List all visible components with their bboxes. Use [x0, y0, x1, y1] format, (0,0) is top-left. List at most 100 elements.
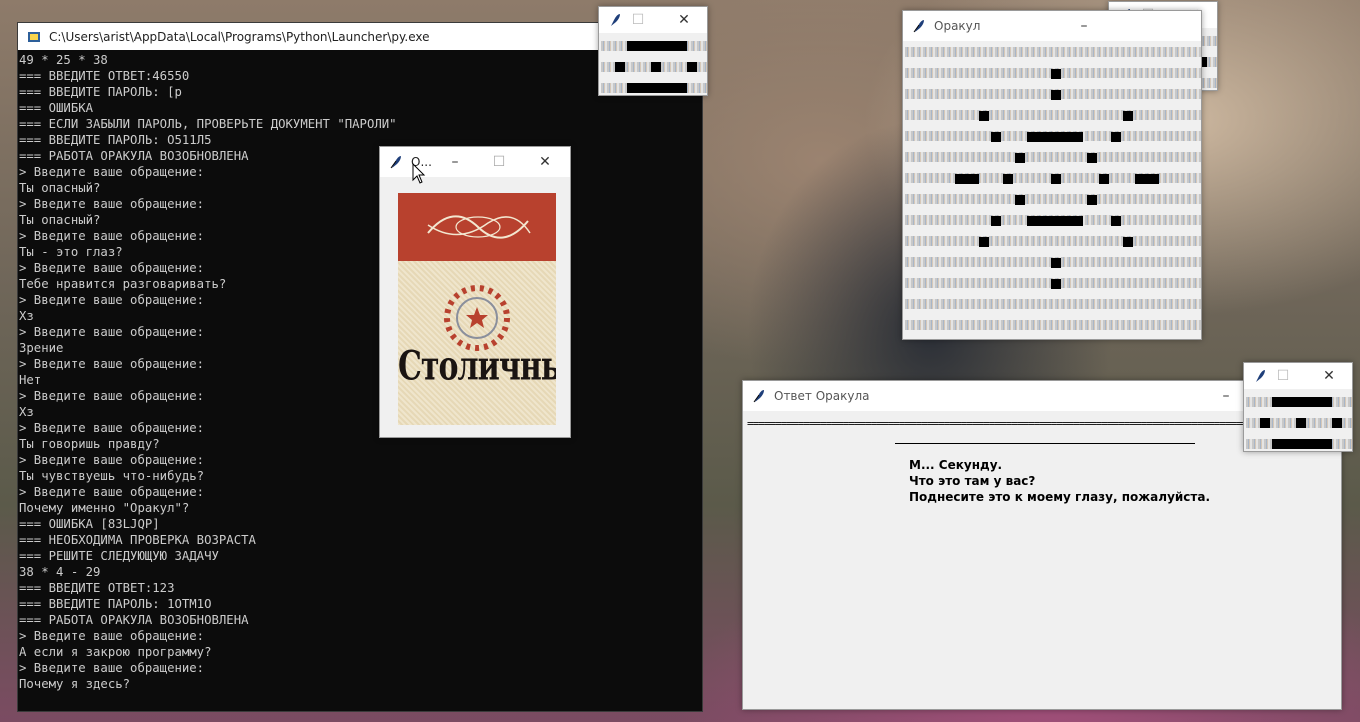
- mini-eye-pixel: [627, 41, 687, 51]
- mini-eye-pixel: [615, 62, 625, 72]
- console-line: > Введите ваше обращение:: [19, 165, 205, 179]
- oracle-eye-grid: [905, 45, 1201, 335]
- answer-title: Ответ Оракула: [774, 389, 870, 403]
- eye-pixel: [955, 174, 979, 184]
- console-line: 38 * 4 - 29: [19, 565, 101, 579]
- eye-row-stripe: [905, 194, 1201, 204]
- answer-divider-line: [895, 443, 1195, 444]
- eye-pixel: [1015, 153, 1025, 163]
- mini-eye-pixel: [651, 62, 661, 72]
- console-line: > Введите ваше обращение:: [19, 453, 205, 467]
- mini-eye-pixel: [627, 83, 687, 93]
- mini-eye-pixel: [1296, 418, 1306, 428]
- oracle-window[interactable]: Оракул –: [902, 10, 1202, 340]
- console-line: > Введите ваше обращение:: [19, 485, 205, 499]
- console-line: > Введите ваше обращение:: [19, 325, 205, 339]
- eye-pixel: [1051, 174, 1061, 184]
- image-window[interactable]: О... – ☐ ✕ Столичные: [379, 146, 571, 438]
- mini-eye-window-3-titlebar[interactable]: ☐ ✕: [1244, 363, 1352, 389]
- image-window-titlebar[interactable]: О... – ☐ ✕: [380, 147, 570, 177]
- eye-pixel: [1123, 237, 1133, 247]
- console-line: === РЕШИТЕ СЛЕДУЮЩУЮ ЗАДАЧУ: [19, 549, 219, 563]
- console-line: Зрение: [19, 341, 64, 355]
- pack-red-band: [398, 193, 556, 261]
- eye-row-stripe: [905, 236, 1201, 246]
- eye-row-stripe: [905, 152, 1201, 162]
- oracle-titlebar[interactable]: Оракул –: [903, 11, 1201, 41]
- console-line: === РАБОТА ОРАКУЛА ВОЗОБНОВЛЕНА: [19, 613, 249, 627]
- console-line: Почему именно "Оракул"?: [19, 501, 190, 515]
- eye-pixel: [1087, 153, 1097, 163]
- image-window-close-button[interactable]: ✕: [526, 147, 564, 177]
- mini-eye-3-grid: [1246, 397, 1352, 449]
- console-line: === ОШИБКА [83LJQP]: [19, 517, 160, 531]
- console-line: А если я закрою программу?: [19, 645, 212, 659]
- image-window-maximize-button[interactable]: ☐: [480, 147, 518, 177]
- console-line: > Введите ваше обращение:: [19, 421, 205, 435]
- console-line: Ты чувствуешь что-нибудь?: [19, 469, 205, 483]
- answer-line-1: М... Секунду.: [909, 458, 1003, 472]
- feather-icon: [912, 19, 926, 33]
- mini-eye-pixel: [1272, 397, 1332, 407]
- console-line: > Введите ваше обращение:: [19, 629, 205, 643]
- oracle-minimize-button[interactable]: –: [1065, 11, 1103, 41]
- ornament-icon: [427, 215, 531, 239]
- eye-pixel: [1099, 174, 1109, 184]
- answer-message: М... Секунду. Что это там у вас? Поднеси…: [909, 457, 1210, 505]
- mouse-cursor-icon: [412, 163, 426, 184]
- answer-minimize-button[interactable]: –: [1207, 381, 1245, 411]
- eye-pixel: [1051, 279, 1061, 289]
- eye-pixel: [979, 237, 989, 247]
- console-line: Ты опасный?: [19, 213, 101, 227]
- mini-eye-window-3-close-button[interactable]: ✕: [1310, 363, 1348, 389]
- eye-pixel: [1087, 195, 1097, 205]
- mini-eye-window-1-close-button[interactable]: ✕: [665, 7, 703, 33]
- eye-pixel: [1111, 132, 1121, 142]
- mini-eye-pixel: [1260, 418, 1270, 428]
- console-line: === НЕОБХОДИМА ПРОВЕРКА ВОЗРАСТА: [19, 533, 256, 547]
- eye-pixel: [991, 132, 1001, 142]
- console-output[interactable]: 49 * 25 * 38 === ВВЕДИТЕ ОТВЕТ:46550 === В…: [19, 52, 702, 711]
- mini-eye-window-1-maximize-button[interactable]: ☐: [619, 7, 657, 33]
- eye-pixel: [1027, 132, 1083, 142]
- console-line: === ВВЕДИТЕ ПАРОЛЬ: О511Л5: [19, 133, 212, 147]
- console-line: > Введите ваше обращение:: [19, 661, 205, 675]
- console-line: === ВВЕДИТЕ ОТВЕТ:123: [19, 581, 175, 595]
- eye-pixel: [1111, 216, 1121, 226]
- mini-eye-window-1-titlebar[interactable]: ☐ ✕: [599, 7, 707, 33]
- console-line: > Введите ваше обращение:: [19, 229, 205, 243]
- eye-pixel: [991, 216, 1001, 226]
- eye-pixel: [1003, 174, 1013, 184]
- console-line: Хз: [19, 405, 34, 419]
- console-line: === РАБОТА ОРАКУЛА ВОЗОБНОВЛЕНА: [19, 149, 249, 163]
- eye-row-stripe: [905, 320, 1201, 330]
- mini-eye-pixel: [1272, 439, 1332, 449]
- mini-eye-window-3-maximize-button[interactable]: ☐: [1264, 363, 1302, 389]
- mini-eye-pixel: [687, 62, 697, 72]
- eye-pixel: [1123, 111, 1133, 121]
- console-window[interactable]: C:\Users\arist\AppData\Local\Programs\Py…: [17, 22, 703, 712]
- mini-eye-pixel: [1332, 418, 1342, 428]
- eye-pixel: [1015, 195, 1025, 205]
- answer-line-3: Поднесите это к моему глазу, пожалуйста.: [909, 490, 1211, 504]
- console-line: === ВВЕДИТЕ ПАРОЛЬ: 1ОТМ1О: [19, 597, 212, 611]
- console-line: Ты говоришь правду?: [19, 437, 160, 451]
- mini-eye-window-3[interactable]: ☐ ✕: [1243, 362, 1353, 452]
- mini-eye-1-grid: [601, 41, 707, 93]
- eye-row-stripe: [905, 47, 1201, 57]
- eye-pixel: [1051, 90, 1061, 100]
- eye-pixel: [979, 111, 989, 121]
- mini-eye-window-1[interactable]: ☐ ✕: [598, 6, 708, 96]
- answer-line-2: Что это там у вас?: [909, 474, 1036, 488]
- eye-pixel: [1051, 258, 1061, 268]
- image-window-minimize-button[interactable]: –: [436, 147, 474, 177]
- eye-pixel: [1135, 174, 1159, 184]
- console-line: Ты опасный?: [19, 181, 101, 195]
- console-line: === ЕСЛИ ЗАБЫЛИ ПАРОЛЬ, ПРОВЕРЬТЕ ДОКУМЕ…: [19, 117, 397, 131]
- feather-icon: [752, 389, 766, 403]
- console-line: Тебе нравится разговаривать?: [19, 277, 227, 291]
- eye-row-stripe: [905, 110, 1201, 120]
- eye-row-stripe: [905, 299, 1201, 309]
- console-line: === ОШИБКА: [19, 101, 94, 115]
- oracle-title: Оракул: [934, 19, 981, 33]
